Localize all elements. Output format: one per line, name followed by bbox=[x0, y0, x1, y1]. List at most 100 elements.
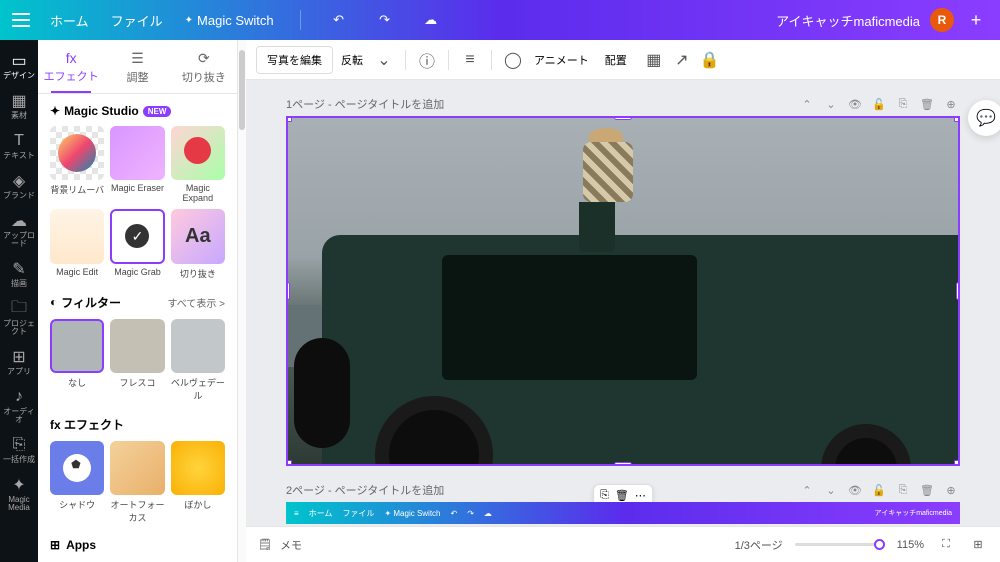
new-badge: NEW bbox=[143, 106, 172, 117]
fx-shadow[interactable]: シャドウ bbox=[50, 441, 104, 524]
notes-icon[interactable]: 🗒 bbox=[258, 538, 272, 551]
rail-brand[interactable]: ◈ブランド bbox=[0, 166, 38, 204]
page-add-icon[interactable]: ⊕ bbox=[942, 98, 960, 111]
resize-handle-bottom[interactable] bbox=[614, 462, 632, 466]
crop-icon: ⟳ bbox=[171, 50, 237, 67]
grid-view-icon[interactable]: ⊞ bbox=[968, 535, 988, 555]
zoom-value[interactable]: 115% bbox=[897, 539, 924, 551]
tool-magic-eraser[interactable]: Magic Eraser bbox=[110, 126, 164, 203]
rail-bulk[interactable]: ⎘一括作成 bbox=[0, 430, 38, 468]
footer-bar: 🗒 メモ 1/3ページ 115% ⛶ ⊞ bbox=[246, 526, 1000, 562]
page-up-icon[interactable]: ⌃ bbox=[798, 98, 816, 111]
page1-canvas[interactable] bbox=[286, 116, 960, 466]
undo-icon[interactable]: ↶ bbox=[325, 6, 353, 34]
sparkle-icon: ✦ bbox=[50, 104, 60, 118]
tab-adjust[interactable]: ☰調整 bbox=[104, 40, 170, 93]
page-lock-icon[interactable]: 🔓 bbox=[870, 98, 888, 111]
resize-handle-top[interactable] bbox=[614, 116, 632, 120]
file-button[interactable]: ファイル bbox=[109, 7, 165, 34]
page-delete-icon[interactable]: 🗑 bbox=[918, 98, 936, 111]
user-avatar[interactable]: R bbox=[930, 8, 954, 32]
link-icon[interactable]: ↗ bbox=[669, 47, 695, 73]
edit-photo-button[interactable]: 写真を編集 bbox=[256, 46, 333, 74]
tab-effects[interactable]: fxエフェクト bbox=[38, 40, 104, 93]
share-plus-icon[interactable]: + bbox=[964, 8, 988, 32]
notes-button[interactable]: メモ bbox=[280, 537, 302, 553]
duplicate-element-icon[interactable]: ⎘ bbox=[600, 489, 609, 502]
fx-icon: fx bbox=[38, 50, 104, 66]
page2-up-icon[interactable]: ⌃ bbox=[798, 484, 816, 497]
fx-effects-head: fx エフェクト bbox=[50, 416, 225, 433]
page2-add-icon[interactable]: ⊕ bbox=[942, 484, 960, 497]
flip-dropdown-icon[interactable]: ⌄ bbox=[371, 47, 397, 73]
canvas-scroll[interactable]: 1ページ - ページタイトルを追加 ⌃ ⌄ 👁 🔓 ⎘ 🗑 ⊕ bbox=[246, 80, 1000, 526]
fullscreen-icon[interactable]: ⛶ bbox=[936, 535, 956, 555]
rail-design[interactable]: ▭デザイン bbox=[0, 46, 38, 84]
resize-handle-bl[interactable] bbox=[286, 460, 292, 466]
page2-delete-icon[interactable]: 🗑 bbox=[918, 484, 936, 497]
panel-content: ✦ Magic Studio NEW 背景リムーバ Magic Eraser M… bbox=[38, 94, 237, 562]
rail-magic-media[interactable]: ✦Magic Media bbox=[0, 470, 38, 516]
rail-text[interactable]: Tテキスト bbox=[0, 126, 38, 164]
home-button[interactable]: ホーム bbox=[48, 7, 91, 34]
flip-button[interactable]: 反転 bbox=[341, 52, 363, 68]
resize-handle-left[interactable] bbox=[286, 282, 290, 300]
side-panel: fxエフェクト ☰調整 ⟳切り抜き ✦ Magic Studio NEW 背景リ… bbox=[38, 40, 238, 562]
tab-crop[interactable]: ⟳切り抜き bbox=[171, 40, 237, 93]
filter-fresco[interactable]: フレスコ bbox=[110, 319, 164, 402]
comment-fab[interactable]: 💬 bbox=[968, 100, 1000, 136]
magic-studio-head: ✦ Magic Studio NEW bbox=[50, 104, 225, 118]
align-icon[interactable]: ≡ bbox=[457, 47, 483, 73]
main-area: ▭デザイン ▦素材 Tテキスト ◈ブランド ☁アップロード ✎描画 🗀プロジェク… bbox=[0, 40, 1000, 562]
lock-icon[interactable]: 🔒 bbox=[697, 47, 723, 73]
tool-crop-text[interactable]: Aa切り抜き bbox=[171, 209, 225, 279]
position-button[interactable]: 配置 bbox=[605, 52, 627, 68]
info-icon[interactable]: ⓘ bbox=[414, 47, 440, 73]
transparency-icon[interactable]: ▦ bbox=[641, 47, 667, 73]
tool-bg-remover[interactable]: 背景リムーバ bbox=[50, 126, 104, 203]
rail-upload[interactable]: ☁アップロード bbox=[0, 206, 38, 252]
magic-switch-button[interactable]: Magic Switch bbox=[183, 9, 276, 32]
page1-title[interactable]: 1ページ - ページタイトルを追加 bbox=[286, 96, 444, 112]
resize-handle-tl[interactable] bbox=[286, 116, 292, 122]
top-header: ホーム ファイル Magic Switch ↶ ↷ ☁ アイキャッチmaficm… bbox=[0, 0, 1000, 40]
zoom-slider[interactable] bbox=[795, 543, 885, 546]
filter-none[interactable]: なし bbox=[50, 319, 104, 402]
tool-magic-expand[interactable]: Magic Expand bbox=[171, 126, 225, 203]
page-down-icon[interactable]: ⌄ bbox=[822, 98, 840, 111]
rail-projects[interactable]: 🗀プロジェクト bbox=[0, 294, 38, 340]
page-duplicate-icon[interactable]: ⎘ bbox=[894, 98, 912, 111]
page-visibility-icon[interactable]: 👁 bbox=[846, 98, 864, 111]
filter-belvedere[interactable]: ベルヴェデール bbox=[171, 319, 225, 402]
rail-audio[interactable]: ♪オーディオ bbox=[0, 382, 38, 428]
more-element-icon[interactable]: ⋯ bbox=[635, 489, 646, 502]
tool-magic-edit[interactable]: Magic Edit bbox=[50, 209, 104, 279]
rail-apps[interactable]: ⊞アプリ bbox=[0, 342, 38, 380]
page2-title[interactable]: 2ページ - ページタイトルを追加 bbox=[286, 482, 444, 498]
page-indicator[interactable]: 1/3ページ bbox=[735, 537, 783, 553]
animate-button[interactable]: アニメート bbox=[534, 52, 589, 68]
page2-down-icon[interactable]: ⌄ bbox=[822, 484, 840, 497]
page2-preview[interactable]: ≡ ホーム ファイル ✦ Magic Switch ↶↷☁ アイキャッチmafi… bbox=[286, 502, 960, 524]
menu-icon[interactable] bbox=[12, 13, 30, 27]
show-all-filters[interactable]: すべて表示 > bbox=[167, 295, 225, 310]
header-right: アイキャッチmaficmedia R + bbox=[776, 8, 988, 32]
resize-handle-right[interactable] bbox=[956, 282, 960, 300]
page2-visibility-icon[interactable]: 👁 bbox=[846, 484, 864, 497]
resize-handle-br[interactable] bbox=[954, 460, 960, 466]
delete-element-icon[interactable]: 🗑 bbox=[615, 489, 629, 502]
selected-photo[interactable] bbox=[288, 118, 958, 464]
fx-blur[interactable]: ぼかし bbox=[171, 441, 225, 524]
document-title[interactable]: アイキャッチmaficmedia bbox=[776, 11, 920, 30]
page2-duplicate-icon[interactable]: ⎘ bbox=[894, 484, 912, 497]
redo-icon[interactable]: ↷ bbox=[371, 6, 399, 34]
rail-elements[interactable]: ▦素材 bbox=[0, 86, 38, 124]
page2-lock-icon[interactable]: 🔓 bbox=[870, 484, 888, 497]
rail-draw[interactable]: ✎描画 bbox=[0, 254, 38, 292]
cloud-sync-icon[interactable]: ☁ bbox=[417, 6, 445, 34]
resize-handle-tr[interactable] bbox=[954, 116, 960, 122]
filter-icon: ◐ bbox=[50, 295, 57, 309]
tool-magic-grab[interactable]: ✓Magic Grab bbox=[110, 209, 164, 279]
panel-scrollbar[interactable] bbox=[238, 40, 246, 562]
fx-autofocus[interactable]: オートフォーカス bbox=[110, 441, 164, 524]
